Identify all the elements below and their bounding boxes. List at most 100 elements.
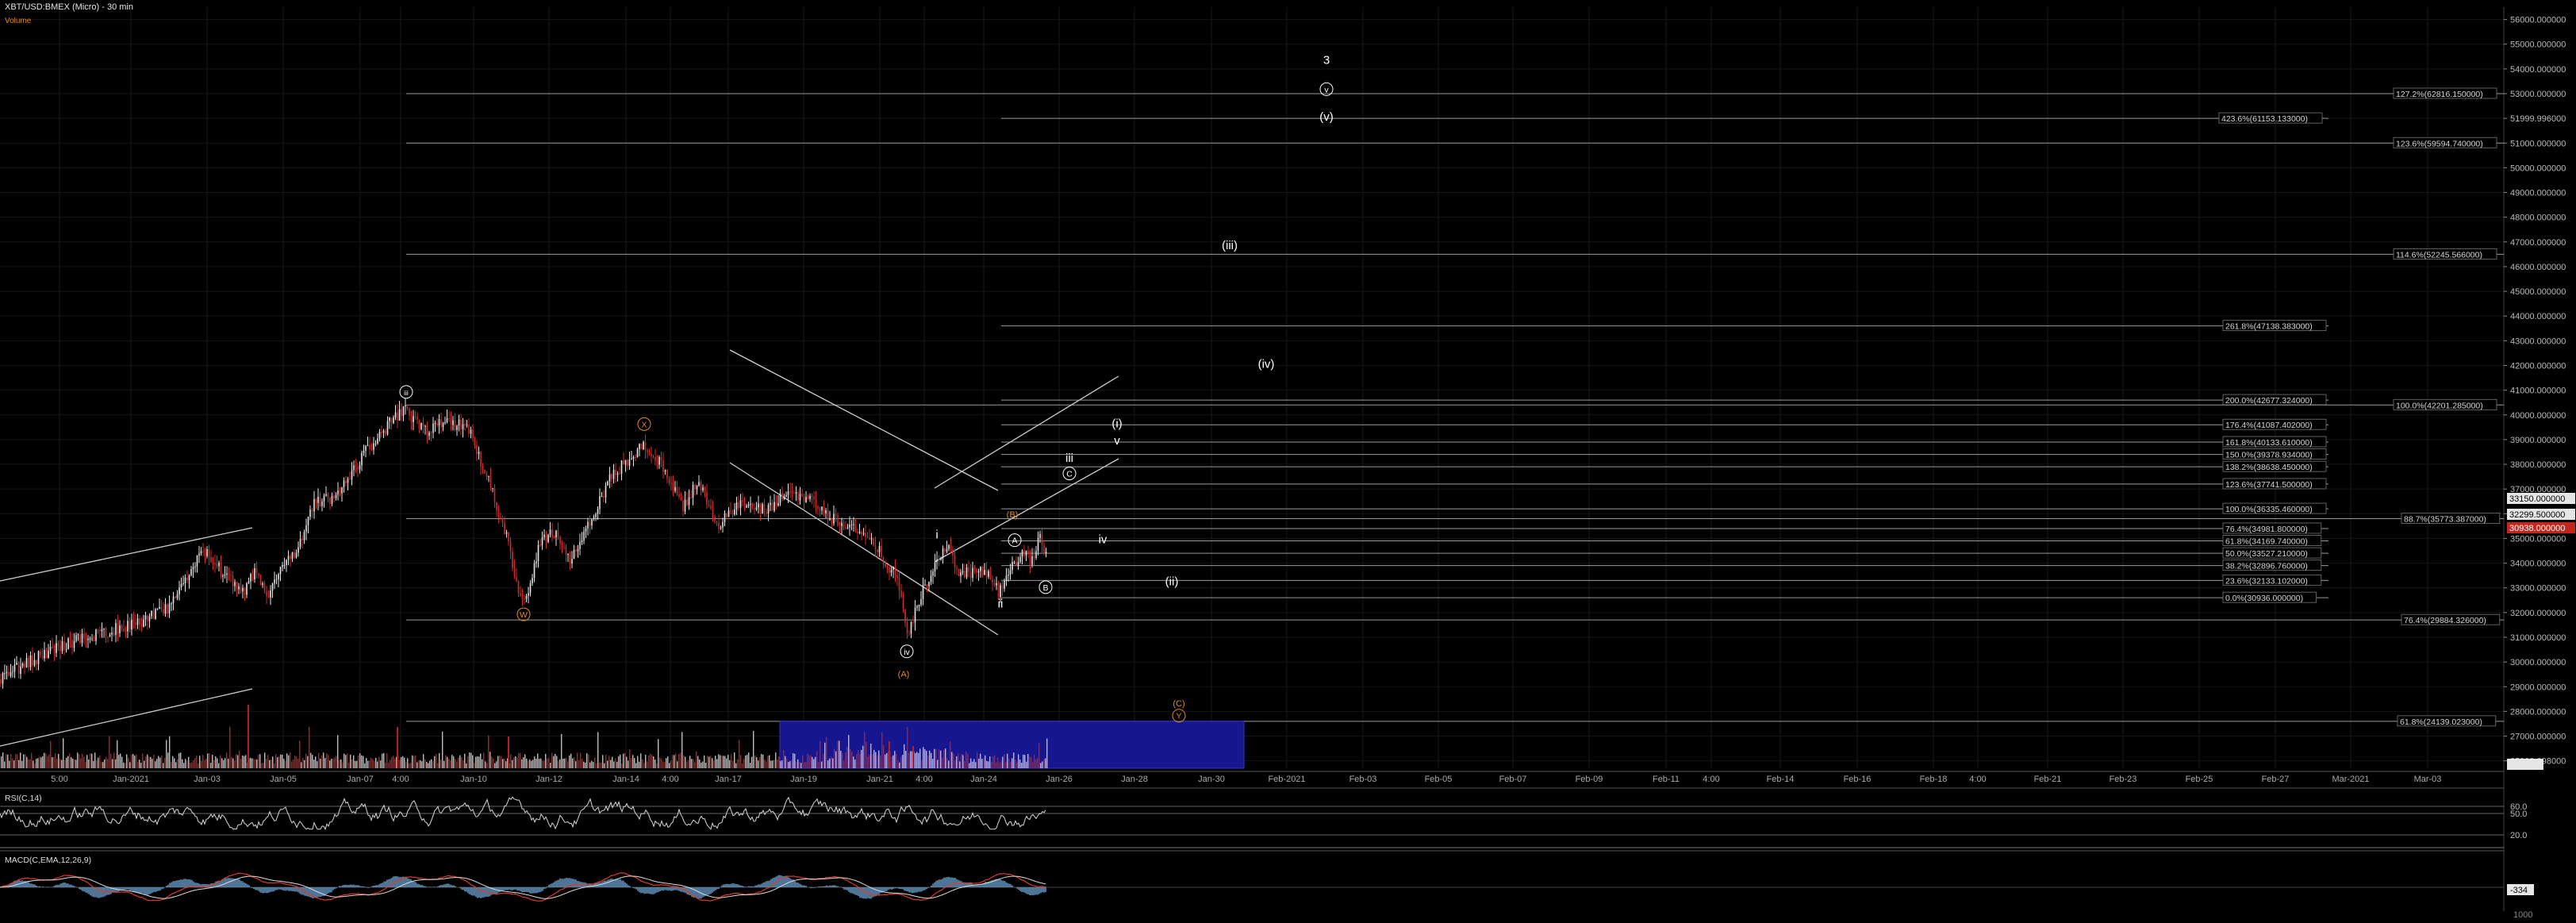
candle-body [99, 629, 101, 632]
macd-histogram-bar [266, 887, 267, 894]
fib-label: 88.7%(35773.387000) [2404, 515, 2486, 525]
volume-bar [450, 760, 451, 768]
volume-bar [350, 754, 351, 768]
volume-bar [1007, 753, 1008, 768]
volume-bar [172, 756, 174, 768]
macd-histogram-bar [251, 887, 253, 888]
volume-bar [796, 761, 797, 768]
candle-body [829, 518, 831, 521]
macd-histogram-bar [1002, 880, 1004, 887]
candle-body [720, 527, 722, 529]
candle-body [171, 603, 172, 605]
volume-bar [894, 751, 896, 768]
macd-histogram-bar [82, 887, 83, 891]
volume-bar [85, 762, 86, 768]
volume-bar [199, 756, 201, 768]
volume-bar [921, 760, 923, 768]
candle-body [690, 497, 692, 498]
macd-histogram-bar [618, 879, 620, 887]
macd-histogram-bar [1045, 887, 1046, 892]
macd-histogram-bar [608, 879, 610, 887]
time-tick-label: Jan-2021 [113, 775, 149, 784]
volume-bar [324, 758, 326, 768]
macd-histogram-bar [86, 887, 88, 894]
candle-body [311, 510, 313, 512]
volume-bar [240, 758, 242, 768]
candle-body [236, 582, 238, 590]
candle-body [188, 575, 190, 581]
volume-bar [58, 753, 60, 768]
candle-body [218, 563, 220, 567]
candle-body [541, 537, 543, 546]
volume-bar [358, 755, 359, 768]
volume-bar [340, 759, 342, 768]
macd-histogram-bar [132, 887, 134, 892]
volume-bar [451, 755, 453, 768]
volume-bar [126, 754, 128, 768]
macd-histogram-bar [277, 887, 278, 890]
volume-bar [448, 759, 450, 768]
candle-body [734, 509, 735, 515]
volume-bar [837, 740, 839, 768]
macd-title: MACD(C,EMA,12,26,9) [5, 856, 91, 865]
candle-body [377, 438, 378, 444]
candle-body [101, 629, 103, 632]
volume-bar [405, 762, 407, 768]
macd-histogram-bar [434, 886, 436, 887]
macd-histogram-bar [572, 879, 574, 887]
volume-bar [258, 754, 259, 768]
candle-body [755, 507, 758, 510]
wave-label: i [935, 528, 938, 541]
macd-histogram-bar [918, 887, 919, 892]
price-tag-label: 32299.500000 [2509, 510, 2565, 520]
volume-bar [177, 759, 179, 768]
macd-histogram-bar [515, 887, 516, 890]
macd-histogram-bar [140, 887, 142, 894]
macd-histogram-bar [751, 886, 753, 887]
macd-histogram-bar [926, 887, 927, 890]
candle-body [508, 532, 509, 542]
volume-bar [869, 755, 870, 768]
candle-body [482, 466, 484, 470]
candle-body [228, 573, 230, 575]
candle-body [774, 502, 775, 511]
candle-body [787, 491, 789, 495]
macd-histogram-bar [1007, 883, 1008, 887]
macd-histogram-bar [805, 886, 807, 887]
candle-body [444, 421, 446, 423]
macd-histogram-bar [935, 881, 937, 887]
macd-histogram-bar [496, 887, 497, 894]
price-tick-label: 31000.000000 [2510, 633, 2566, 643]
volume-bar [158, 756, 159, 768]
candle-body [611, 474, 612, 479]
macd-histogram-bar [443, 884, 445, 887]
volume-bar [458, 757, 459, 768]
volume-bar [191, 762, 193, 768]
macd-histogram-bar [832, 885, 834, 887]
candle-body [682, 500, 684, 512]
volume-bar [981, 759, 983, 768]
candle-body [643, 441, 644, 449]
volume-bar [767, 756, 769, 768]
macd-histogram-bar [659, 887, 661, 892]
wave-label: iv [904, 648, 910, 657]
macd-histogram-bar [448, 883, 450, 887]
candle-body [220, 563, 222, 577]
macd-histogram-bar [713, 887, 715, 892]
volume-bar [653, 756, 655, 768]
macd-histogram-bar [640, 887, 642, 894]
macd-histogram-bar [396, 876, 397, 887]
macd-histogram-bar [556, 880, 558, 887]
volume-bar [113, 752, 115, 768]
macd-histogram-bar [386, 879, 388, 887]
candle-body [287, 556, 290, 560]
volume-bar [824, 742, 826, 768]
candle-body [57, 643, 60, 646]
volume-bar [12, 758, 13, 768]
macd-histogram-bar [367, 887, 369, 888]
candle-body [378, 431, 381, 439]
volume-bar [961, 754, 962, 768]
candle-body [874, 545, 877, 550]
volume-bar [988, 761, 989, 768]
candle-body [565, 547, 567, 556]
